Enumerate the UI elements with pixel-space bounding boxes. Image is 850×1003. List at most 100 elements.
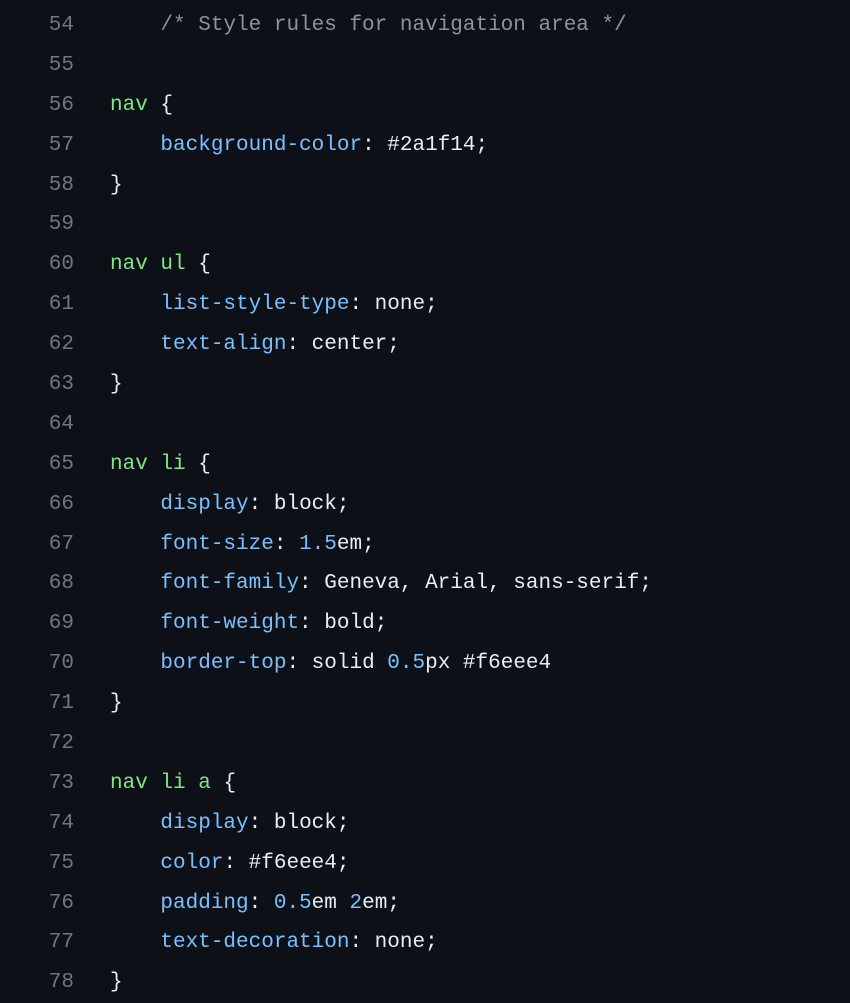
token-property: text-align [160, 333, 286, 356]
token-punct [110, 533, 160, 556]
code-line[interactable]: 65nav li { [0, 445, 850, 485]
token-punct [110, 333, 160, 356]
line-number: 68 [0, 564, 110, 604]
token-selector: li [160, 453, 185, 476]
token-punct: : [299, 572, 324, 595]
code-line[interactable]: 77 text-decoration: none; [0, 923, 850, 963]
code-line[interactable]: 78} [0, 963, 850, 1003]
token-property: text-decoration [160, 931, 349, 954]
code-line[interactable]: 54 /* Style rules for navigation area */ [0, 6, 850, 46]
token-punct: ; [476, 134, 489, 157]
code-content[interactable]: text-align: center; [110, 325, 400, 365]
line-number: 60 [0, 245, 110, 285]
code-line[interactable]: 60nav ul { [0, 245, 850, 285]
token-brace: } [110, 174, 123, 197]
token-value: #f6eee4 [249, 852, 337, 875]
token-property: border-top [160, 652, 286, 675]
code-content[interactable]: border-top: solid 0.5px #f6eee4 [110, 644, 551, 684]
code-content[interactable]: text-decoration: none; [110, 923, 438, 963]
token-unit: em [337, 533, 362, 556]
token-punct: ; [375, 612, 388, 635]
token-unit: em [312, 892, 350, 915]
code-content[interactable]: padding: 0.5em 2em; [110, 884, 400, 924]
line-number: 77 [0, 923, 110, 963]
code-line[interactable]: 72 [0, 724, 850, 764]
token-number: 2 [349, 892, 362, 915]
code-content[interactable]: } [110, 365, 123, 405]
line-number: 57 [0, 126, 110, 166]
code-content[interactable]: } [110, 166, 123, 206]
code-line[interactable]: 76 padding: 0.5em 2em; [0, 884, 850, 924]
code-content[interactable]: nav li { [110, 445, 211, 485]
token-value: block [274, 812, 337, 835]
token-punct: : [362, 134, 387, 157]
line-number: 56 [0, 86, 110, 126]
code-content[interactable]: nav ul { [110, 245, 211, 285]
code-line[interactable]: 57 background-color: #2a1f14; [0, 126, 850, 166]
line-number: 74 [0, 804, 110, 844]
code-content[interactable]: display: block; [110, 485, 349, 525]
code-content[interactable]: display: block; [110, 804, 349, 844]
token-unit: em [362, 892, 387, 915]
code-line[interactable]: 59 [0, 205, 850, 245]
code-line[interactable]: 63} [0, 365, 850, 405]
token-value: #f6eee4 [463, 652, 551, 675]
code-line[interactable]: 68 font-family: Geneva, Arial, sans-seri… [0, 564, 850, 604]
code-line[interactable]: 70 border-top: solid 0.5px #f6eee4 [0, 644, 850, 684]
line-number: 70 [0, 644, 110, 684]
token-punct: : [274, 533, 299, 556]
token-punct [148, 94, 161, 117]
code-line[interactable]: 56nav { [0, 86, 850, 126]
code-line[interactable]: 75 color: #f6eee4; [0, 844, 850, 884]
code-line[interactable]: 55 [0, 46, 850, 86]
token-punct [211, 772, 224, 795]
token-punct: : [223, 852, 248, 875]
code-editor[interactable]: 54 /* Style rules for navigation area */… [0, 6, 850, 1003]
token-brace: { [160, 94, 173, 117]
code-line[interactable]: 58} [0, 166, 850, 206]
code-content[interactable]: nav { [110, 86, 173, 126]
token-punct: : [249, 892, 274, 915]
code-content[interactable]: font-size: 1.5em; [110, 525, 375, 565]
code-content[interactable]: } [110, 684, 123, 724]
code-content[interactable]: font-family: Geneva, Arial, sans-serif; [110, 564, 652, 604]
code-content[interactable]: list-style-type: none; [110, 285, 438, 325]
code-content[interactable]: } [110, 963, 123, 1003]
token-number: 0.5 [387, 652, 425, 675]
code-content[interactable]: font-weight: bold; [110, 604, 387, 644]
line-number: 78 [0, 963, 110, 1003]
token-property: display [160, 812, 248, 835]
token-value: solid [312, 652, 388, 675]
token-punct [110, 572, 160, 595]
line-number: 75 [0, 844, 110, 884]
token-property: background-color [160, 134, 362, 157]
token-value: center [312, 333, 388, 356]
token-punct [110, 493, 160, 516]
code-line[interactable]: 71} [0, 684, 850, 724]
code-line[interactable]: 64 [0, 405, 850, 445]
token-punct: ; [337, 812, 350, 835]
line-number: 66 [0, 485, 110, 525]
token-punct [110, 293, 160, 316]
code-line[interactable]: 62 text-align: center; [0, 325, 850, 365]
code-content[interactable]: color: #f6eee4; [110, 844, 349, 884]
token-punct [186, 253, 199, 276]
code-line[interactable]: 74 display: block; [0, 804, 850, 844]
code-line[interactable]: 66 display: block; [0, 485, 850, 525]
token-punct [110, 812, 160, 835]
token-punct: : [349, 293, 374, 316]
code-content[interactable]: /* Style rules for navigation area */ [110, 6, 627, 46]
code-line[interactable]: 61 list-style-type: none; [0, 285, 850, 325]
line-number: 76 [0, 884, 110, 924]
code-line[interactable]: 67 font-size: 1.5em; [0, 525, 850, 565]
code-line[interactable]: 69 font-weight: bold; [0, 604, 850, 644]
token-punct [110, 612, 160, 635]
code-content[interactable]: nav li a { [110, 764, 236, 804]
line-number: 55 [0, 46, 110, 86]
token-brace: } [110, 971, 123, 994]
code-content[interactable]: background-color: #2a1f14; [110, 126, 488, 166]
token-property: padding [160, 892, 248, 915]
token-selector: nav [110, 453, 148, 476]
code-line[interactable]: 73nav li a { [0, 764, 850, 804]
token-punct: ; [425, 293, 438, 316]
